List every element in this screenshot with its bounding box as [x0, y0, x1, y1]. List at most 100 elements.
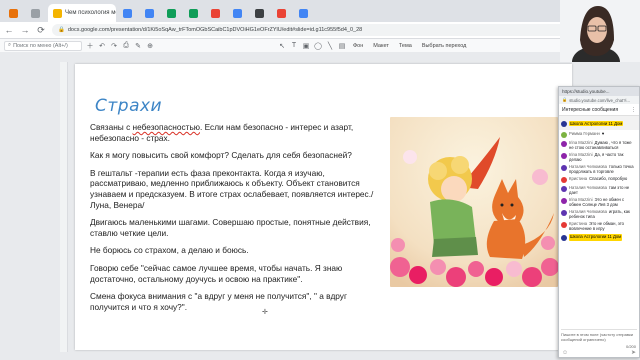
layout-button[interactable]: Макет: [370, 43, 392, 49]
tab-favicon-icon: [233, 8, 242, 18]
user-avatar: [561, 222, 567, 228]
url-text: docs.google.com/presentation/d/1Ki5oSqAw…: [67, 27, 363, 33]
user-avatar: [561, 153, 567, 159]
user-avatar: [561, 210, 567, 216]
pinned-author: Школа Астрологии 11 Дом: [569, 120, 624, 126]
chat-message-body: Irina Mazzini Думаю , что я тоже не стою …: [569, 140, 637, 150]
paragraph-4: Двигаюсь маленькими шагами. Совершаю про…: [90, 217, 371, 238]
forward-icon[interactable]: →: [20, 25, 30, 35]
chat-message-body: Кристина Спасибо, попробую: [569, 176, 627, 183]
chat-input[interactable]: Пишите в этом поле (частоту отправки соо…: [561, 329, 637, 343]
tab-favicon-icon: [31, 8, 40, 18]
undo-icon[interactable]: ↶: [98, 42, 106, 50]
browser-tab[interactable]: [4, 4, 24, 22]
browser-tab[interactable]: Чем психология может помочь: [48, 4, 116, 22]
tab-favicon-icon: [167, 8, 176, 18]
line-icon[interactable]: ╲: [326, 42, 334, 50]
little-prince-fox-illustration[interactable]: [390, 117, 558, 287]
tab-favicon-icon: [145, 8, 154, 18]
chat-window-title: https://studio.youtube...: [559, 87, 639, 96]
chat-header: Интересные сообщения ⋮: [559, 104, 639, 116]
browser-tab[interactable]: [162, 4, 182, 22]
url-field[interactable]: 🔒 docs.google.com/presentation/d/1Ki5oSq…: [52, 24, 604, 36]
chat-text: ♥: [601, 131, 605, 136]
browser-tab[interactable]: [206, 4, 226, 22]
chat-message: Irina Mazzini Думаю , что я тоже не стою …: [561, 140, 637, 150]
channel-avatar: [561, 235, 567, 241]
address-bar: ← → ⟳ 🔒 docs.google.com/presentation/d/1…: [0, 22, 640, 39]
theme-button[interactable]: Тема: [396, 43, 415, 49]
channel-avatar: [561, 120, 567, 127]
image-icon[interactable]: ▣: [302, 42, 310, 50]
user-avatar: [561, 165, 567, 171]
chat-message-body: Наталия Челюмова там это не дает: [569, 185, 637, 195]
zoom-icon[interactable]: ⊕: [146, 42, 154, 50]
lock-icon: 🔒: [562, 97, 568, 102]
browser-tab[interactable]: [228, 4, 248, 22]
webcam-overlay: [560, 0, 640, 62]
chat-message: Наталия Челюмова там это не дает: [561, 185, 637, 195]
owner-author: Школа Астрологии 11 Дом: [569, 234, 623, 241]
chat-message-body: Irina Mazzini Да, я часто так делаю: [569, 152, 637, 162]
chat-author: Римма Германн: [569, 131, 600, 136]
chat-message: Римма Германн ♥: [561, 131, 637, 138]
redo-icon[interactable]: ↷: [110, 42, 118, 50]
paint-format-icon[interactable]: ✎: [134, 42, 142, 50]
chat-window-title-text: https://studio.youtube...: [562, 89, 610, 94]
chat-message: Irina Mazzini Да, я часто так делаю: [561, 152, 637, 162]
transition-button[interactable]: Выбрать переход: [419, 43, 470, 49]
user-avatar: [561, 198, 567, 204]
browser-tab[interactable]: [250, 4, 270, 22]
slide-title[interactable]: Страхи: [95, 96, 162, 116]
slide-body-text[interactable]: Связаны с небезопасностью. Если нам безо…: [90, 122, 385, 319]
chat-message: Кристина Это не обман, это вовлечение в и…: [561, 221, 637, 231]
select-tool-icon[interactable]: ↖: [278, 42, 286, 50]
chat-url-bar: 🔒 studio.youtube.com/live_chat?i...: [559, 96, 639, 104]
slide-canvas[interactable]: Страхи Связаны с небезопасностью. Если н…: [75, 64, 572, 350]
browser-tab[interactable]: [294, 4, 314, 22]
chat-message: Наталия Челюмова только точка продолжать …: [561, 164, 637, 174]
send-icon[interactable]: ➤: [631, 349, 636, 356]
more-options-icon[interactable]: ⋮: [631, 107, 636, 113]
lock-icon: 🔒: [58, 27, 65, 33]
comment-icon[interactable]: ▤: [338, 42, 346, 50]
reload-icon[interactable]: ⟳: [36, 25, 46, 36]
text-box-icon[interactable]: T: [290, 42, 298, 50]
chat-text: Спасибо, попробую: [589, 176, 628, 181]
user-avatar: [561, 177, 567, 183]
menu-search-input[interactable]: ⌕ Поиск по меню (Alt+/): [4, 40, 82, 51]
emoji-icon[interactable]: ☺: [562, 350, 568, 356]
chat-message-body: Irina Mazzini Это не обмен с обмен Солнце…: [569, 197, 637, 207]
tab-favicon-icon: [277, 8, 286, 18]
add-slide-icon[interactable]: ＋: [86, 42, 94, 50]
chat-message-body: Кристина Это не обман, это вовлечение в и…: [569, 221, 637, 231]
paragraph-1: Связаны с небезопасностью. Если нам безо…: [90, 122, 354, 143]
slides-toolbar: ⌕ Поиск по меню (Alt+/) ＋ ↶ ↷ ⎙ ✎ ⊕ ↖ T …: [0, 39, 640, 52]
chat-message: Irina Mazzini Это не обмен с обмен Солнце…: [561, 197, 637, 207]
tab-favicon-icon: [211, 8, 220, 18]
browser-tab[interactable]: [140, 4, 160, 22]
tab-favicon-icon: [255, 8, 264, 18]
browser-tab[interactable]: [118, 4, 138, 22]
browser-tab[interactable]: [272, 4, 292, 22]
browser-tab[interactable]: [184, 4, 204, 22]
paragraph-2: Как я могу повысить свой комфорт? Сделат…: [90, 150, 352, 161]
pinned-message[interactable]: Школа Астрологии 11 Дом: [559, 116, 639, 130]
background-button[interactable]: Фон: [350, 43, 366, 49]
menu-search-placeholder: Поиск по меню (Alt+/): [13, 42, 68, 49]
chat-message-body: Римма Германн ♥: [569, 131, 604, 138]
print-icon[interactable]: ⎙: [122, 42, 130, 50]
chat-filter-dropdown[interactable]: Интересные сообщения: [562, 107, 618, 113]
tab-favicon-icon: [299, 8, 308, 18]
shape-icon[interactable]: ◯: [314, 42, 322, 50]
paragraph-7: Смена фокуса внимания с "а вдруг у меня …: [90, 291, 347, 312]
live-chat-window[interactable]: https://studio.youtube... 🔒 studio.youtu…: [558, 86, 640, 358]
user-avatar: [561, 186, 567, 192]
tab-favicon-icon: [189, 8, 198, 18]
tab-favicon-icon: [53, 8, 62, 18]
chat-message: Наталия Челюмова играть, как ребенок типа: [561, 209, 637, 219]
back-icon[interactable]: ←: [4, 25, 14, 35]
browser-tab[interactable]: [26, 4, 46, 22]
tab-favicon-icon: [9, 8, 18, 18]
browser-tab-bar: Чем психология может помочь: [0, 0, 640, 22]
